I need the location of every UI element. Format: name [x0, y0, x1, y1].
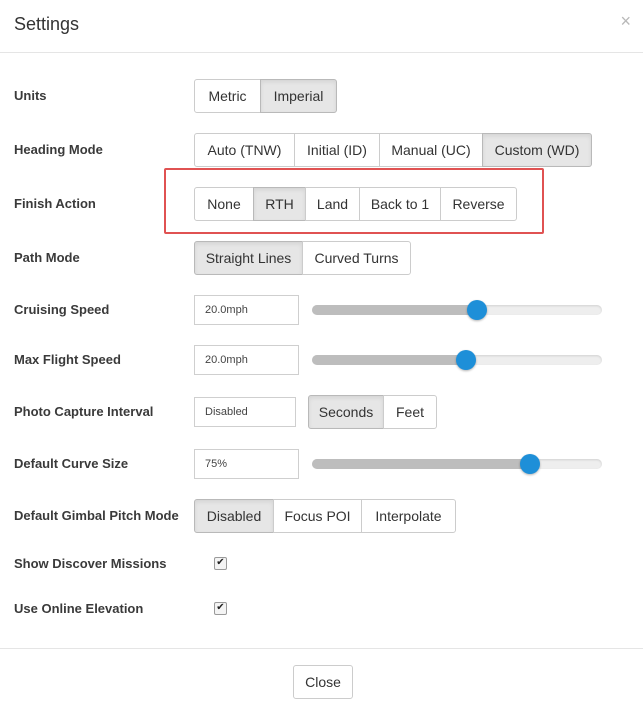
dialog-footer: Close	[0, 648, 643, 710]
close-icon[interactable]: ×	[620, 12, 631, 30]
heading-manual-button[interactable]: Manual (UC)	[379, 133, 483, 167]
default-curve-size-slider-handle[interactable]	[519, 454, 540, 474]
units-toggle: Metric Imperial	[194, 79, 337, 113]
max-flight-speed-label: Max Flight Speed	[14, 352, 121, 367]
heading-mode-toggle: Auto (TNW) Initial (ID) Manual (UC) Cust…	[194, 133, 592, 167]
max-flight-speed-input[interactable]: 20.0mph	[194, 345, 299, 375]
units-imperial-button[interactable]: Imperial	[260, 79, 337, 113]
gimbal-pitch-mode-toggle: Disabled Focus POI Interpolate	[194, 499, 456, 533]
show-discover-missions-checkbox[interactable]: ✔	[214, 557, 227, 570]
finish-reverse-button[interactable]: Reverse	[440, 187, 517, 221]
finish-action-toggle: None RTH Land Back to 1 Reverse	[194, 187, 517, 221]
cruising-speed-label: Cruising Speed	[14, 302, 110, 317]
heading-initial-button[interactable]: Initial (ID)	[294, 133, 380, 167]
photo-capture-unit-toggle: Seconds Feet	[308, 395, 437, 429]
max-flight-speed-slider-handle[interactable]	[455, 350, 476, 370]
path-straight-lines-button[interactable]: Straight Lines	[194, 241, 303, 275]
gimbal-pitch-mode-label: Default Gimbal Pitch Mode	[14, 508, 179, 523]
show-discover-missions-label: Show Discover Missions	[14, 556, 167, 571]
use-online-elevation-checkbox[interactable]: ✔	[214, 602, 227, 615]
photo-capture-interval-label: Photo Capture Interval	[14, 404, 154, 419]
path-curved-turns-button[interactable]: Curved Turns	[302, 241, 411, 275]
cruising-speed-slider-fill	[312, 305, 478, 315]
heading-mode-label: Heading Mode	[14, 142, 103, 157]
finish-none-button[interactable]: None	[194, 187, 254, 221]
dialog-title: Settings	[14, 14, 80, 34]
dialog-header: Settings ×	[0, 0, 643, 53]
gimbal-disabled-button[interactable]: Disabled	[194, 499, 274, 533]
heading-custom-button[interactable]: Custom (WD)	[482, 133, 592, 167]
finish-back-to-1-button[interactable]: Back to 1	[359, 187, 441, 221]
cruising-speed-input[interactable]: 20.0mph	[194, 295, 299, 325]
path-mode-label: Path Mode	[14, 250, 80, 265]
heading-auto-button[interactable]: Auto (TNW)	[194, 133, 295, 167]
cruising-speed-slider-handle[interactable]	[467, 300, 488, 320]
default-curve-size-label: Default Curve Size	[14, 456, 129, 471]
default-curve-size-input[interactable]: 75%	[194, 449, 299, 479]
photo-feet-button[interactable]: Feet	[383, 395, 437, 429]
close-button[interactable]: Close	[293, 665, 353, 699]
gimbal-interpolate-button[interactable]: Interpolate	[361, 499, 456, 533]
max-flight-speed-slider[interactable]	[312, 350, 602, 370]
settings-dialog: Settings × Units Metric Imperial Heading…	[0, 0, 643, 710]
units-metric-button[interactable]: Metric	[194, 79, 261, 113]
finish-rth-button[interactable]: RTH	[253, 187, 306, 221]
default-curve-size-slider[interactable]	[312, 454, 602, 474]
default-curve-size-slider-fill	[312, 459, 530, 469]
path-mode-toggle: Straight Lines Curved Turns	[194, 241, 411, 275]
units-label: Units	[14, 88, 47, 103]
max-flight-speed-slider-fill	[312, 355, 466, 365]
finish-action-label: Finish Action	[14, 196, 96, 211]
gimbal-focus-poi-button[interactable]: Focus POI	[273, 499, 362, 533]
use-online-elevation-label: Use Online Elevation	[14, 601, 144, 616]
photo-seconds-button[interactable]: Seconds	[308, 395, 384, 429]
finish-land-button[interactable]: Land	[305, 187, 360, 221]
photo-capture-interval-input[interactable]: Disabled	[194, 397, 296, 427]
cruising-speed-slider[interactable]	[312, 300, 602, 320]
